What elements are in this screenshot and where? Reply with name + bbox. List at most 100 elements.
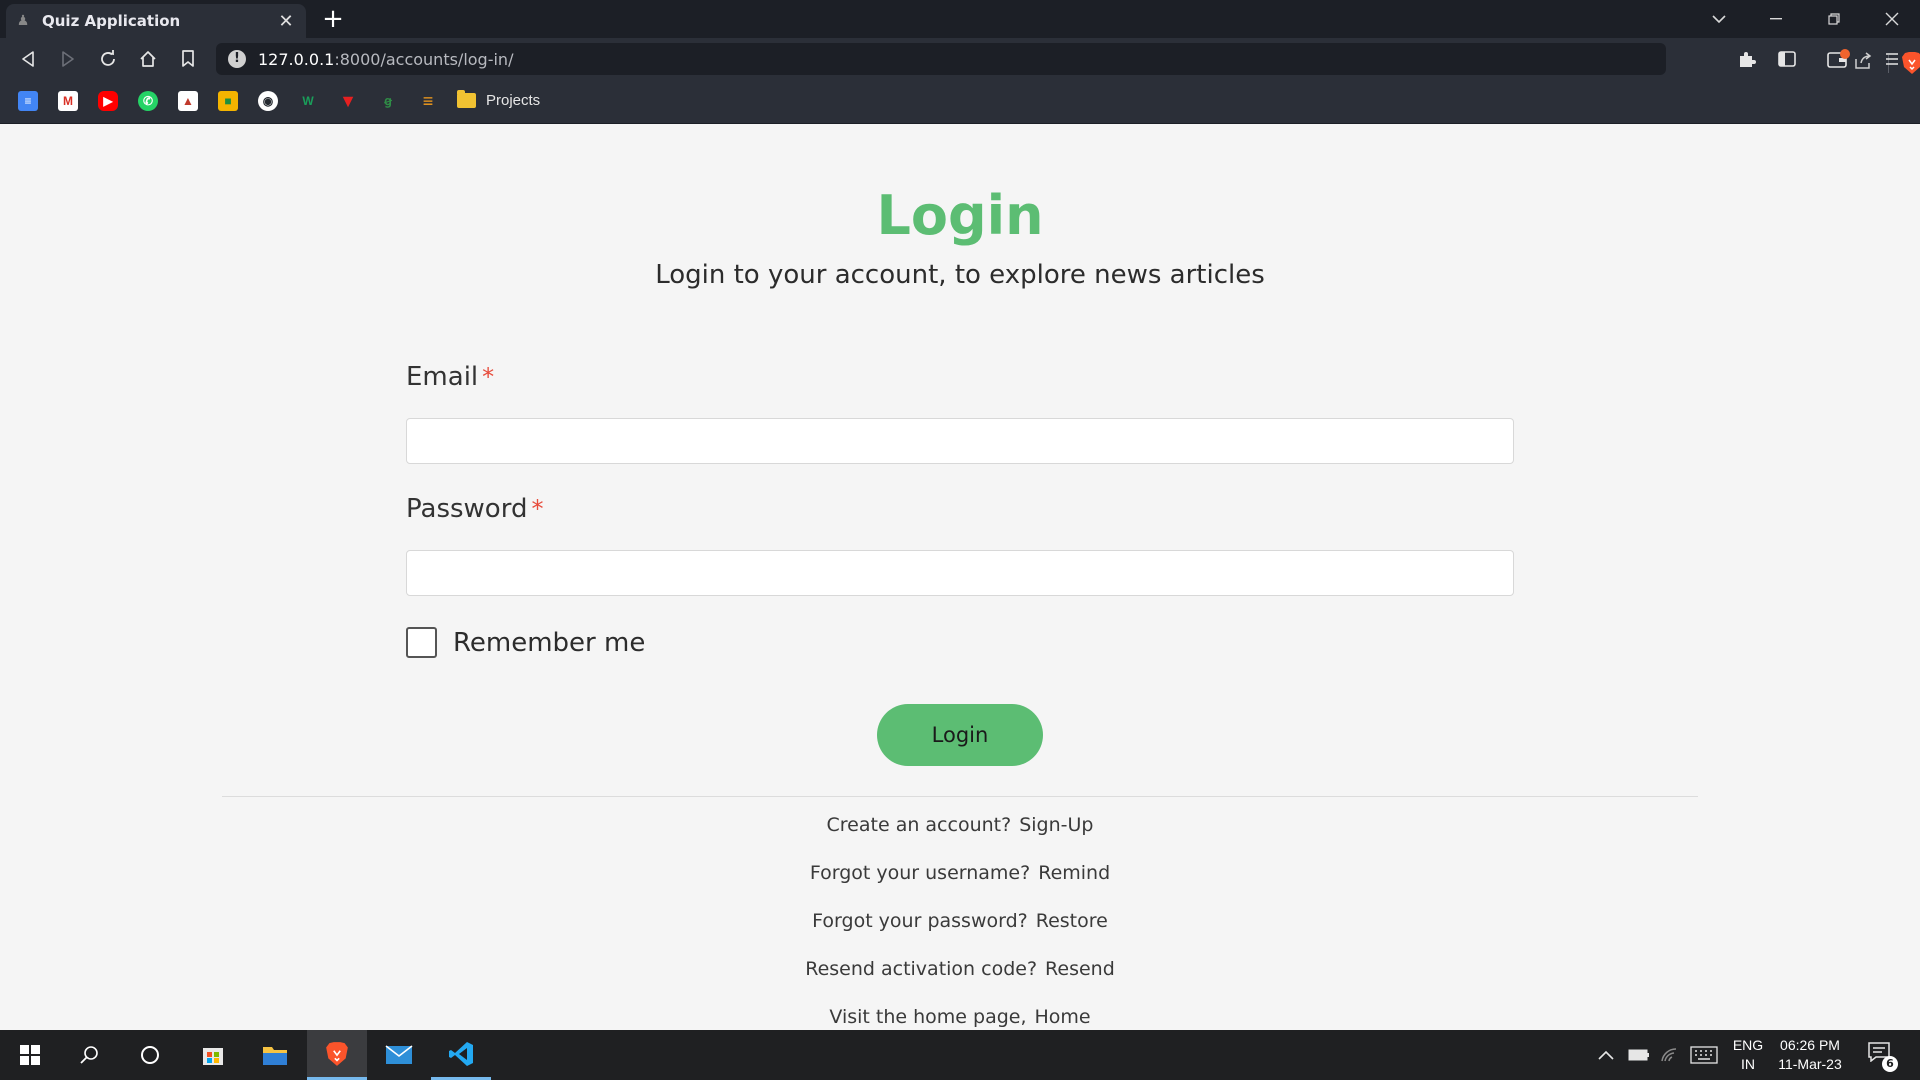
remember-me-label[interactable]: Remember me — [453, 628, 645, 658]
restore-line: Forgot your password? Restore — [0, 910, 1920, 932]
email-label: Email * — [406, 362, 494, 392]
home-link[interactable]: Home — [1035, 1006, 1091, 1028]
input-language-indicator[interactable]: ENG IN — [1728, 1036, 1768, 1074]
microsoft-store-taskbar-button[interactable] — [183, 1030, 243, 1080]
browser-tab[interactable]: ♟ Quiz Application ✕ — [6, 4, 306, 38]
restore-button[interactable] — [1806, 0, 1862, 38]
brave-lion-icon — [326, 1041, 348, 1066]
puzzle-icon — [1740, 52, 1756, 67]
minimize-button[interactable] — [1748, 0, 1804, 38]
site-info-icon[interactable]: ! — [228, 50, 246, 68]
whatsapp-bookmark-icon[interactable]: ✆ — [138, 91, 158, 111]
tab-title: Quiz Application — [42, 12, 181, 30]
sidebar-icon — [1778, 51, 1796, 67]
notification-count-badge: 6 — [1882, 1056, 1898, 1072]
tab-search-button[interactable] — [1691, 0, 1747, 38]
drive-bookmark-icon[interactable]: ▲ — [178, 91, 198, 111]
extensions-button[interactable] — [1733, 46, 1761, 72]
page-subtitle: Login to your account, to explore news a… — [655, 260, 1265, 290]
tab-close-button[interactable]: ✕ — [276, 11, 296, 32]
remind-line: Forgot your username? Remind — [0, 862, 1920, 884]
new-tab-button[interactable]: + — [318, 6, 348, 32]
sidebar-button[interactable] — [1773, 46, 1801, 72]
github-bookmark-icon[interactable]: ◉ — [258, 91, 278, 111]
cortana-button[interactable] — [120, 1030, 180, 1080]
v-bookmark-icon[interactable]: ▼ — [338, 91, 358, 111]
home-icon — [140, 51, 156, 67]
address-bar[interactable]: ! 127.0.0.1:8000/accounts/log-in/ — [216, 43, 1920, 75]
share-icon — [1855, 52, 1872, 69]
forward-button[interactable] — [54, 46, 82, 72]
vscode-taskbar-button[interactable] — [431, 1030, 491, 1080]
brave-taskbar-button[interactable] — [307, 1030, 367, 1080]
divider — [222, 796, 1698, 797]
remember-me-checkbox[interactable] — [406, 627, 437, 658]
chevron-down-icon — [1712, 15, 1726, 24]
w-bookmark-icon[interactable]: W — [298, 91, 318, 111]
clock-time: 06:26 PM — [1780, 1037, 1840, 1053]
projects-bookmark-folder[interactable]: Projects — [457, 90, 541, 109]
store-icon — [203, 1048, 223, 1065]
youtube-bookmark-icon[interactable]: ▶ — [98, 91, 118, 111]
remind-link[interactable]: Remind — [1038, 862, 1110, 884]
search-icon — [80, 1046, 98, 1064]
url-host: 127.0.0.1 — [258, 49, 335, 69]
chevron-up-icon — [1598, 1050, 1614, 1060]
resend-link[interactable]: Resend — [1045, 958, 1115, 980]
page-title: Login — [876, 184, 1044, 247]
restore-link[interactable]: Restore — [1036, 910, 1108, 932]
file-explorer-taskbar-button[interactable] — [245, 1030, 305, 1080]
windows-taskbar: ENG IN 06:26 PM 11-Mar-23 6 — [0, 1030, 1920, 1080]
google-docs-bookmark-icon[interactable]: ≡ — [18, 91, 38, 111]
folder-icon — [457, 90, 476, 108]
battery-icon — [1628, 1049, 1649, 1061]
gfg-bookmark-icon[interactable]: ꞡ — [378, 91, 398, 111]
home-button[interactable] — [134, 46, 162, 72]
battery-tray-button[interactable] — [1628, 1030, 1650, 1080]
tab-favicon-icon: ♟ — [16, 13, 30, 29]
menu-button[interactable] — [1878, 46, 1906, 72]
page-viewport: Login Login to your account, to explore … — [0, 124, 1920, 1030]
share-button[interactable] — [1853, 51, 1877, 77]
language-code: ENG — [1732, 1037, 1764, 1053]
browser-tab-bar: ♟ Quiz Application ✕ + — [0, 0, 1920, 38]
forward-icon — [62, 51, 74, 67]
clock-date: 11-Mar-23 — [1778, 1056, 1842, 1072]
password-label: Password * — [406, 494, 543, 524]
close-icon — [1885, 12, 1899, 26]
bookmark-button[interactable] — [174, 46, 202, 72]
back-button[interactable] — [14, 46, 42, 72]
password-field[interactable] — [406, 550, 1514, 596]
system-clock[interactable]: 06:26 PM 11-Mar-23 — [1770, 1036, 1850, 1074]
show-hidden-icons-button[interactable] — [1598, 1030, 1614, 1080]
taskbar-search-button[interactable] — [60, 1030, 120, 1080]
network-tray-button[interactable] — [1660, 1030, 1680, 1080]
action-center-button[interactable]: 6 — [1868, 1042, 1898, 1072]
reload-icon — [101, 50, 115, 66]
close-window-button[interactable] — [1864, 0, 1920, 38]
restore-icon — [1828, 13, 1840, 25]
mail-taskbar-button[interactable] — [369, 1030, 429, 1080]
required-marker: * — [482, 363, 495, 391]
stackoverflow-bookmark-icon[interactable]: ≡ — [418, 91, 438, 111]
wallet-button[interactable] — [1825, 46, 1853, 72]
reload-button[interactable] — [94, 46, 122, 72]
bookmark-folder-label: Projects — [486, 92, 541, 109]
password-label-text: Password — [406, 494, 528, 524]
signup-line: Create an account? Sign-Up — [0, 814, 1920, 836]
bookmarks-bar: ≡ M ▶ ✆ ▲ ■ ◉ W ▼ ꞡ ≡ Projects — [0, 80, 1920, 124]
login-button[interactable]: Login — [877, 704, 1043, 766]
vscode-icon — [449, 1041, 473, 1066]
touch-keyboard-button[interactable] — [1690, 1030, 1718, 1080]
wifi-icon — [1661, 1048, 1677, 1062]
home-prompt: Visit the home page, — [829, 1006, 1027, 1028]
signup-link[interactable]: Sign-Up — [1019, 814, 1093, 836]
bookmark-icon — [182, 50, 194, 67]
resend-line: Resend activation code? Resend — [0, 958, 1920, 980]
email-label-text: Email — [406, 362, 479, 392]
classroom-bookmark-icon[interactable]: ■ — [218, 91, 238, 111]
email-field[interactable] — [406, 418, 1514, 464]
start-button[interactable] — [0, 1030, 60, 1080]
gmail-bookmark-icon[interactable]: M — [58, 91, 78, 111]
browser-toolbar: ! 127.0.0.1:8000/accounts/log-in/ — [0, 38, 1920, 80]
